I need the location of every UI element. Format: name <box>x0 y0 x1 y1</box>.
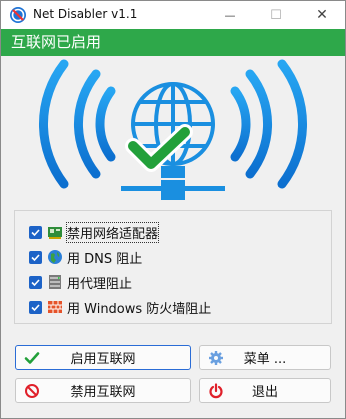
title-bar[interactable]: Net Disabler v1.1 — ☐ ✕ <box>1 1 345 29</box>
enable-internet-button[interactable]: 启用互联网 <box>15 345 191 370</box>
options-group: 禁用网络适配器 用 DNS 阻止 用代理阻止 用 Windows 防火墙阻止 <box>14 210 332 324</box>
firewall-icon <box>47 299 63 315</box>
option-label: 用 DNS 阻止 <box>67 251 143 267</box>
option-proxy-block[interactable]: 用代理阻止 <box>29 272 132 292</box>
option-dns-block[interactable]: 用 DNS 阻止 <box>29 247 142 267</box>
maximize-icon: ☐ <box>270 7 282 23</box>
globe-icon <box>47 249 63 265</box>
minimize-icon: — <box>224 8 236 22</box>
globe-wifi-check-icon <box>38 59 308 200</box>
prohibit-icon <box>25 384 39 398</box>
gear-icon <box>209 351 223 365</box>
checkbox-disable-adapter[interactable] <box>29 225 42 239</box>
disable-internet-label: 禁用互联网 <box>70 385 136 400</box>
maximize-button[interactable]: ☐ <box>253 1 299 29</box>
option-firewall-block[interactable]: 用 Windows 防火墙阻止 <box>29 297 211 317</box>
option-label: 用代理阻止 <box>67 276 133 292</box>
server-icon <box>47 274 63 290</box>
enable-internet-label: 启用互联网 <box>70 352 136 367</box>
window-title: Net Disabler v1.1 <box>33 7 138 21</box>
checkmark-icon <box>31 228 40 236</box>
power-icon <box>209 383 223 399</box>
network-card-icon <box>47 224 63 240</box>
option-disable-adapter[interactable]: 禁用网络适配器 <box>29 221 160 243</box>
checkmark-icon <box>31 303 40 311</box>
checkbox-dns-block[interactable] <box>29 250 42 264</box>
exit-button[interactable]: 退出 <box>199 378 331 403</box>
checkbox-firewall-block[interactable] <box>29 300 42 314</box>
close-icon: ✕ <box>316 7 328 23</box>
minimize-button[interactable]: — <box>207 1 253 29</box>
status-banner: 互联网已启用 <box>1 29 345 56</box>
check-icon <box>24 352 40 364</box>
exit-label: 退出 <box>251 385 278 400</box>
option-label: 禁用网络适配器 <box>65 221 160 243</box>
menu-button[interactable]: 菜单 ... <box>199 345 331 370</box>
close-button[interactable]: ✕ <box>299 1 345 29</box>
menu-label: 菜单 ... <box>243 352 287 367</box>
checkbox-proxy-block[interactable] <box>29 275 42 289</box>
app-icon <box>10 7 26 23</box>
checkmark-icon <box>31 278 40 286</box>
app-window: Net Disabler v1.1 — ☐ ✕ 互联网已启用 禁用网络适配器 用… <box>0 0 346 419</box>
checkmark-icon <box>31 253 40 261</box>
option-label: 用 Windows 防火墙阻止 <box>67 301 212 317</box>
disable-internet-button[interactable]: 禁用互联网 <box>15 378 191 403</box>
